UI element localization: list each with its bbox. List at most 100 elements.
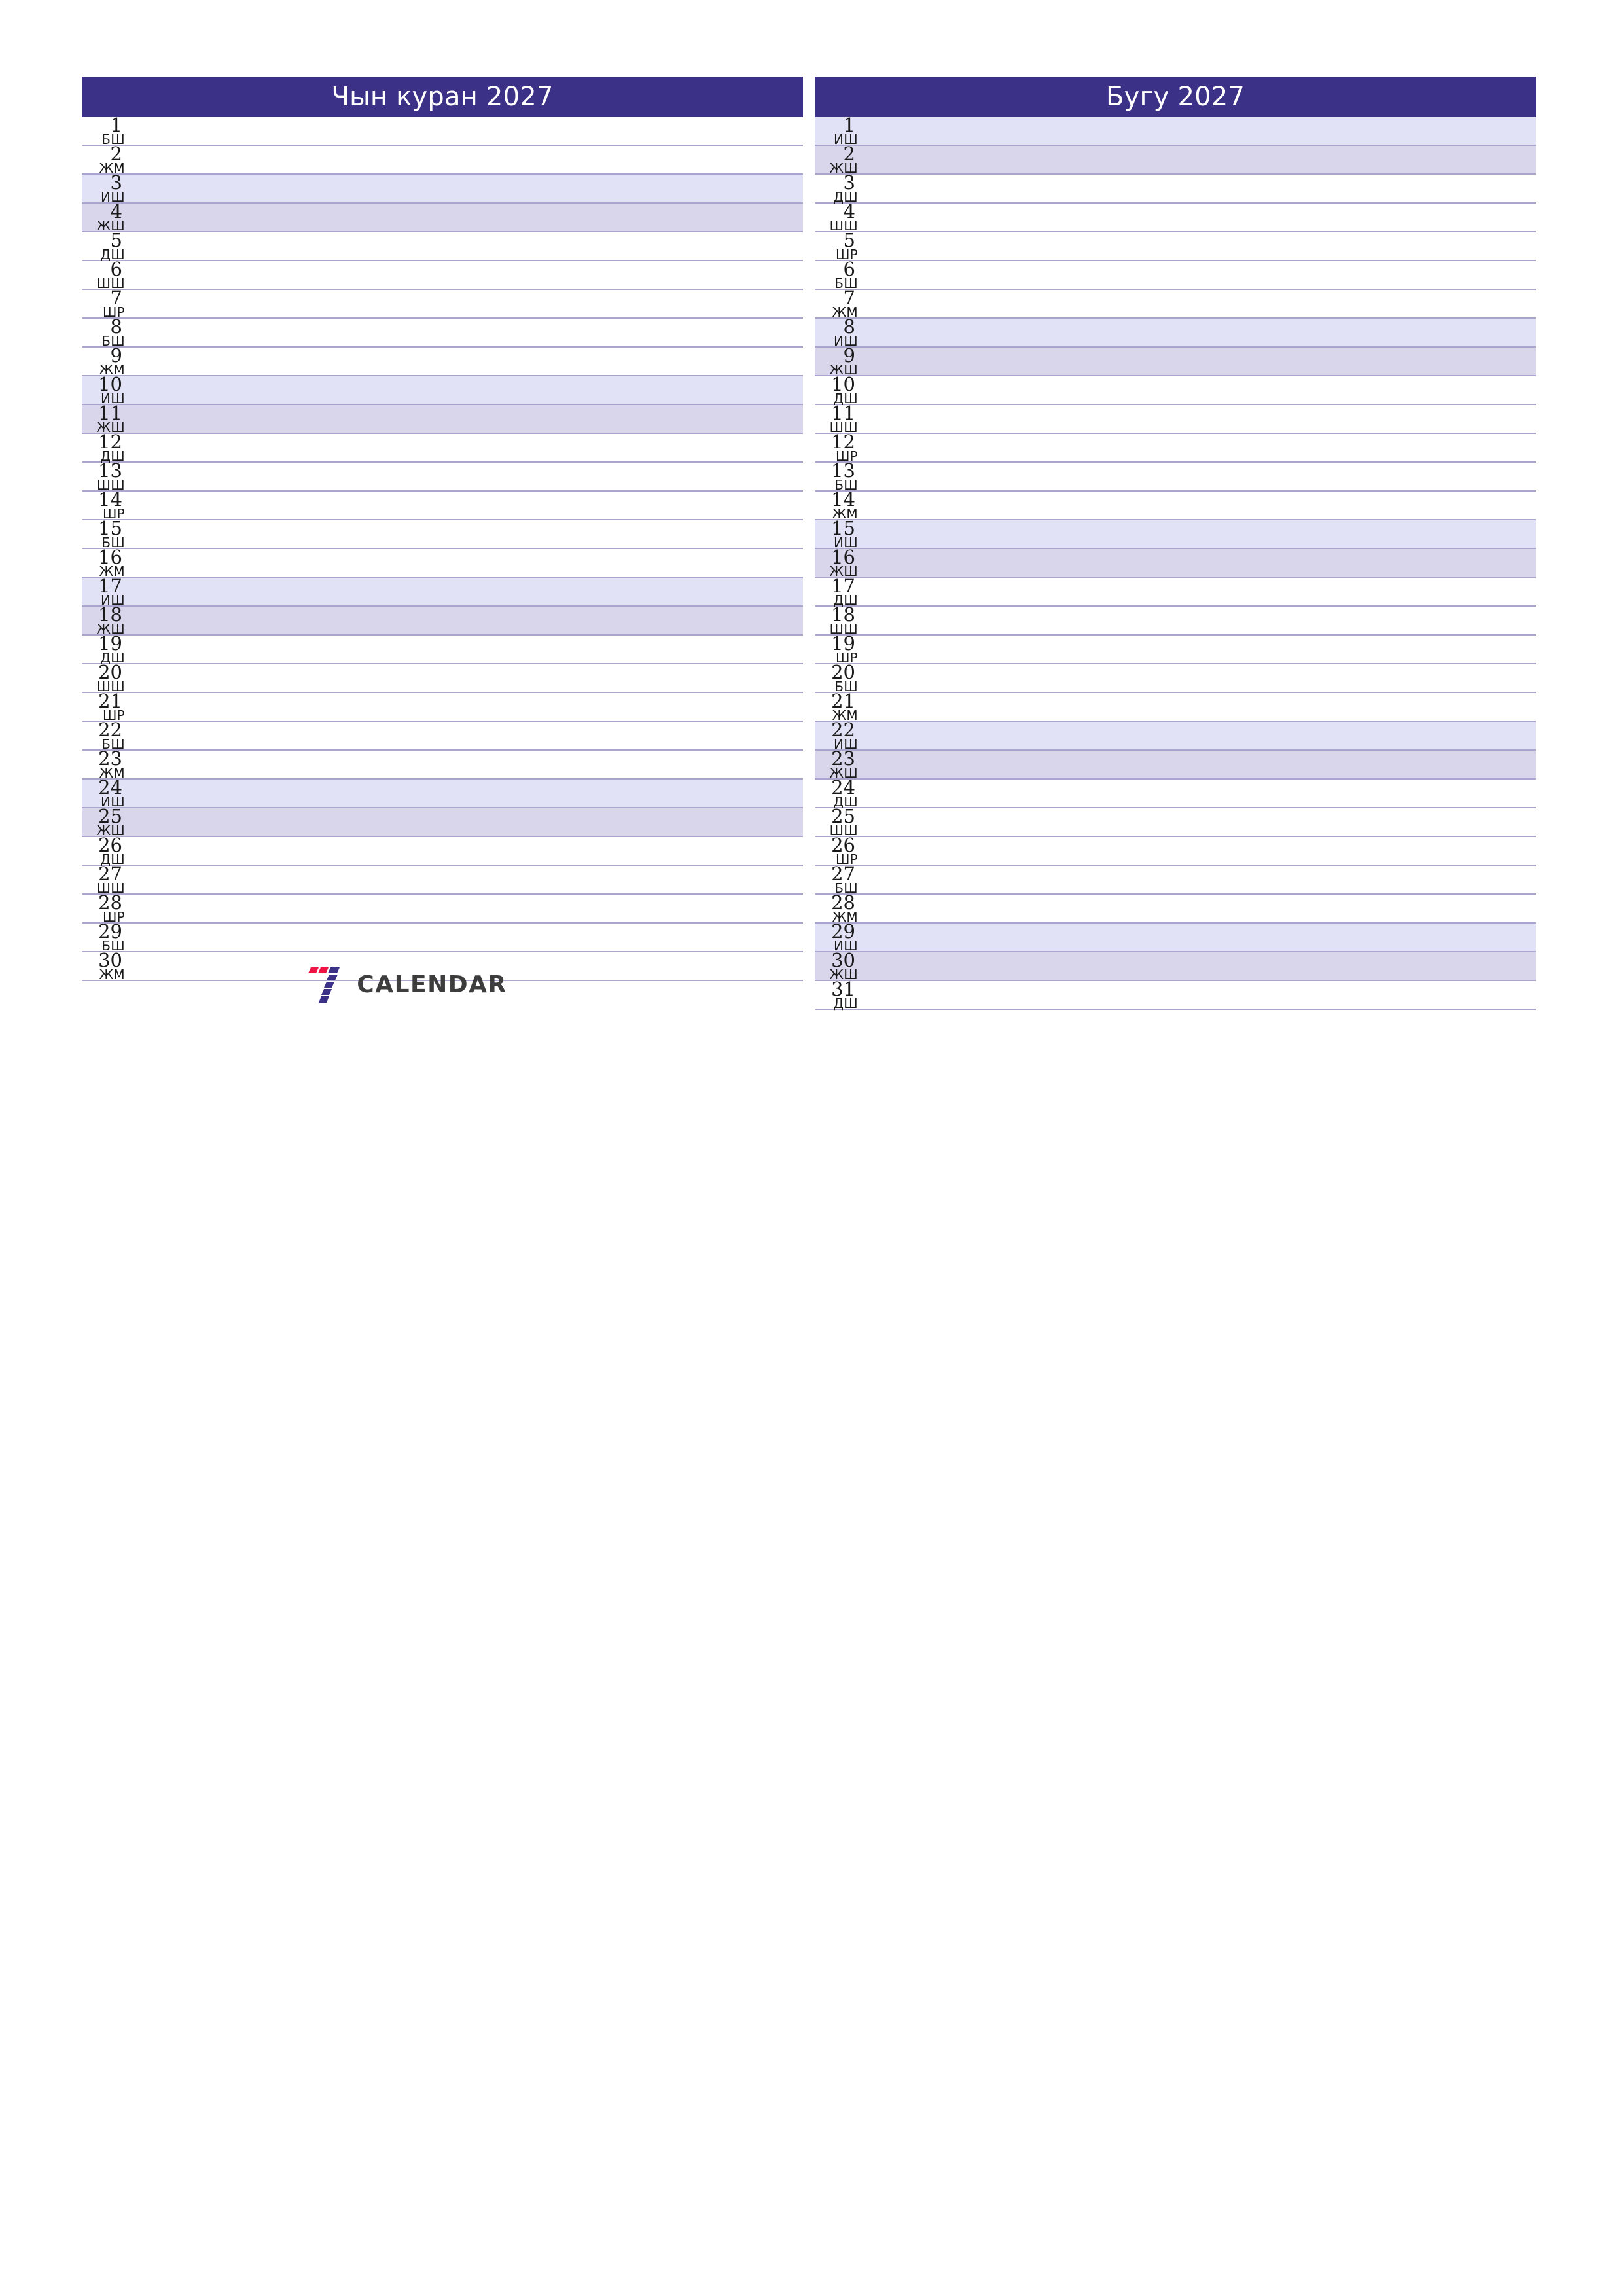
day-row[interactable]: 12 ШР [815, 433, 1536, 463]
day-note-area[interactable] [862, 520, 1536, 548]
day-note-area[interactable] [129, 463, 803, 490]
day-row[interactable]: 11 ШШ [815, 404, 1536, 434]
day-note-area[interactable] [129, 636, 803, 663]
day-note-area[interactable] [129, 319, 803, 346]
day-note-area[interactable] [862, 261, 1536, 289]
day-note-area[interactable] [129, 722, 803, 749]
day-row[interactable]: 5 ДШ [82, 231, 803, 261]
day-row[interactable]: 16 ЖМ [82, 548, 803, 578]
day-note-area[interactable] [862, 117, 1536, 145]
day-row[interactable]: 22 ИШ [815, 721, 1536, 751]
day-note-area[interactable] [862, 463, 1536, 490]
day-row[interactable]: 24 ИШ [82, 778, 803, 808]
day-note-area[interactable] [862, 952, 1536, 980]
day-note-area[interactable] [862, 578, 1536, 605]
day-row[interactable]: 8 БШ [82, 317, 803, 348]
day-note-area[interactable] [129, 290, 803, 317]
day-row[interactable]: 6 БШ [815, 260, 1536, 290]
day-note-area[interactable] [129, 232, 803, 260]
day-note-area[interactable] [862, 780, 1536, 807]
day-note-area[interactable] [129, 434, 803, 461]
day-row[interactable]: 21 ЖМ [815, 692, 1536, 722]
day-row[interactable]: 27 ШШ [82, 865, 803, 895]
day-note-area[interactable] [129, 117, 803, 145]
day-note-area[interactable] [129, 895, 803, 922]
day-row[interactable]: 18 ЖШ [82, 605, 803, 636]
day-note-area[interactable] [129, 492, 803, 519]
day-note-area[interactable] [862, 924, 1536, 951]
day-note-area[interactable] [129, 405, 803, 433]
day-row[interactable]: 4 ЖШ [82, 202, 803, 232]
day-note-area[interactable] [129, 175, 803, 202]
day-row[interactable]: 26 ШР [815, 836, 1536, 866]
day-row[interactable]: 23 ЖМ [82, 749, 803, 780]
day-row[interactable]: 31 ДШ [815, 980, 1536, 1010]
day-note-area[interactable] [862, 232, 1536, 260]
day-row[interactable]: 26 ДШ [82, 836, 803, 866]
day-row[interactable]: 2 ЖМ [82, 145, 803, 175]
day-row[interactable]: 10 ДШ [815, 375, 1536, 405]
day-row[interactable]: 17 ДШ [815, 577, 1536, 607]
day-row[interactable]: 18 ШШ [815, 605, 1536, 636]
day-row[interactable]: 25 ШШ [815, 807, 1536, 837]
day-note-area[interactable] [129, 376, 803, 404]
day-row[interactable]: 15 ИШ [815, 519, 1536, 549]
day-row[interactable]: 10 ИШ [82, 375, 803, 405]
day-note-area[interactable] [862, 837, 1536, 865]
day-row[interactable]: 15 БШ [82, 519, 803, 549]
day-note-area[interactable] [129, 549, 803, 577]
day-row[interactable]: 1 ИШ [815, 116, 1536, 146]
day-row[interactable]: 24 ДШ [815, 778, 1536, 808]
day-row[interactable]: 3 ДШ [815, 173, 1536, 204]
day-row[interactable]: 17 ИШ [82, 577, 803, 607]
day-note-area[interactable] [129, 204, 803, 231]
day-row[interactable]: 29 ИШ [815, 922, 1536, 952]
day-note-area[interactable] [129, 146, 803, 173]
day-note-area[interactable] [129, 751, 803, 778]
day-note-area[interactable] [862, 693, 1536, 721]
day-note-area[interactable] [129, 664, 803, 692]
day-note-area[interactable] [862, 348, 1536, 375]
day-row[interactable]: 22 БШ [82, 721, 803, 751]
day-note-area[interactable] [129, 780, 803, 807]
day-row[interactable]: 4 ШШ [815, 202, 1536, 232]
day-note-area[interactable] [862, 376, 1536, 404]
day-note-area[interactable] [862, 808, 1536, 836]
day-row[interactable]: 19 ШР [815, 634, 1536, 664]
day-row[interactable]: 7 ЖМ [815, 289, 1536, 319]
day-row[interactable]: 11 ЖШ [82, 404, 803, 434]
day-note-area[interactable] [862, 636, 1536, 663]
day-row[interactable]: 5 ШР [815, 231, 1536, 261]
day-row[interactable]: 13 БШ [815, 461, 1536, 492]
day-note-area[interactable] [862, 175, 1536, 202]
day-row[interactable]: 23 ЖШ [815, 749, 1536, 780]
day-note-area[interactable] [129, 520, 803, 548]
day-row[interactable]: 2 ЖШ [815, 145, 1536, 175]
day-row[interactable]: 28 ЖМ [815, 893, 1536, 924]
day-note-area[interactable] [129, 837, 803, 865]
day-note-area[interactable] [862, 290, 1536, 317]
day-note-area[interactable] [862, 981, 1536, 1009]
day-note-area[interactable] [129, 693, 803, 721]
day-row[interactable]: 6 ШШ [82, 260, 803, 290]
day-note-area[interactable] [129, 578, 803, 605]
day-note-area[interactable] [862, 319, 1536, 346]
day-note-area[interactable] [129, 808, 803, 836]
day-note-area[interactable] [862, 146, 1536, 173]
day-row[interactable]: 9 ЖШ [815, 346, 1536, 376]
day-note-area[interactable] [862, 492, 1536, 519]
day-row[interactable]: 29 БШ [82, 922, 803, 952]
day-row[interactable]: 20 БШ [815, 663, 1536, 693]
day-note-area[interactable] [862, 405, 1536, 433]
day-note-area[interactable] [129, 607, 803, 634]
day-row[interactable]: 20 ШШ [82, 663, 803, 693]
day-row[interactable]: 21 ШР [82, 692, 803, 722]
day-row[interactable]: 14 ШР [82, 490, 803, 520]
day-row[interactable]: 9 ЖМ [82, 346, 803, 376]
day-row[interactable]: 8 ИШ [815, 317, 1536, 348]
day-note-area[interactable] [862, 895, 1536, 922]
day-row[interactable]: 25 ЖШ [82, 807, 803, 837]
day-note-area[interactable] [862, 866, 1536, 893]
day-row[interactable]: 28 ШР [82, 893, 803, 924]
day-note-area[interactable] [862, 434, 1536, 461]
